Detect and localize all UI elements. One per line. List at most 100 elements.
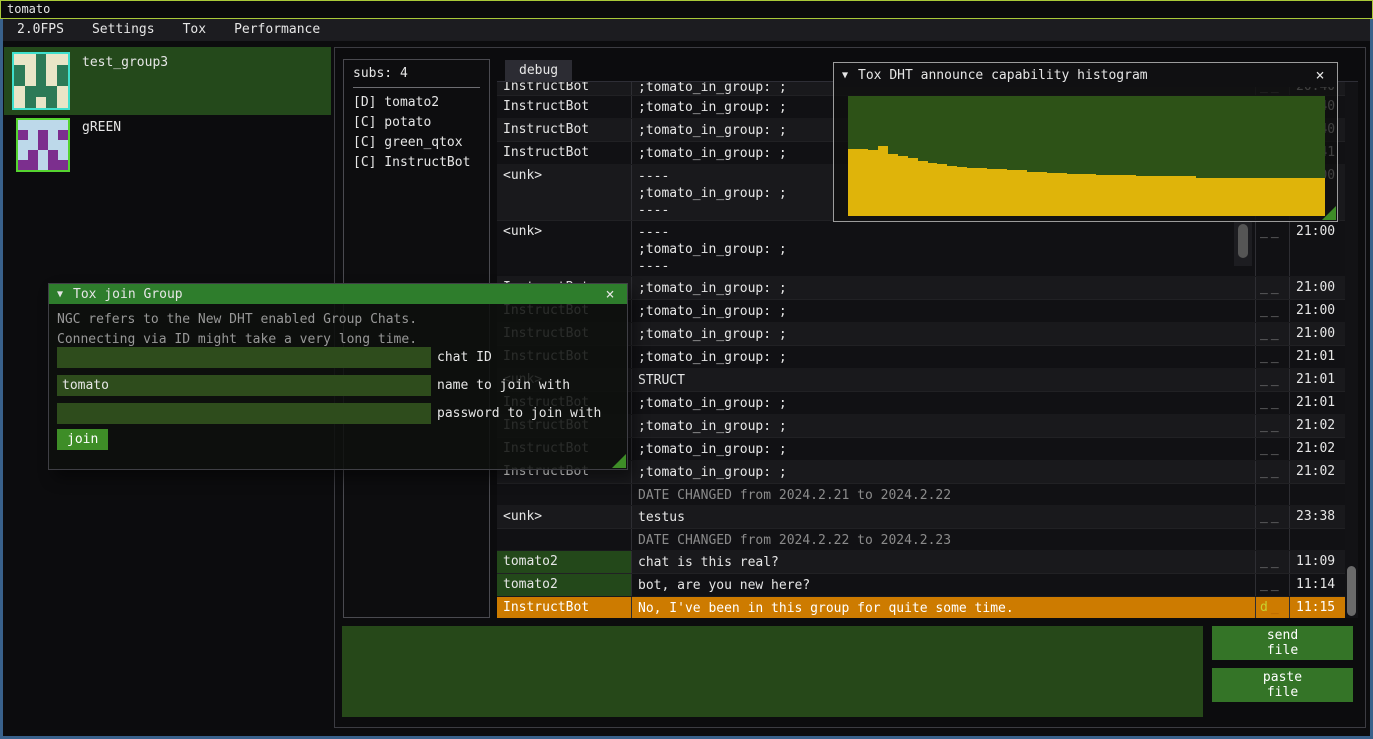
message-text: ;tomato_in_group: ;: [632, 461, 1256, 483]
identicon-cell: [57, 54, 68, 65]
subs-member-InstructBot[interactable]: [C] InstructBot: [353, 153, 480, 173]
timestamp: 21:02: [1290, 415, 1345, 437]
close-icon[interactable]: ×: [1311, 66, 1329, 84]
identicon-cell: [14, 97, 25, 108]
histogram-bar: [1285, 178, 1295, 216]
background-scrollbar-track[interactable]: [1234, 222, 1252, 266]
identicon-cell: [46, 54, 57, 65]
join-password-label: password to join with: [437, 406, 601, 421]
chat-scrollbar-track[interactable]: [1345, 82, 1358, 618]
histogram-bar: [908, 158, 918, 216]
join-password-input[interactable]: [57, 403, 431, 424]
date-changed-row[interactable]: DATE CHANGED from 2024.2.21 to 2024.2.22: [497, 484, 1345, 506]
background-scrollbar-handle[interactable]: [1238, 224, 1248, 258]
identicon-cell: [18, 140, 28, 150]
dht-histogram-window[interactable]: ▼ Tox DHT announce capability histogram …: [833, 62, 1338, 222]
identicon-cell: [36, 54, 47, 65]
message-text: ;tomato_in_group: ;: [632, 415, 1256, 437]
message-row[interactable]: <unk>----;tomato_in_group: ;----__21:00: [497, 221, 1345, 277]
delivery-status: __: [1256, 346, 1290, 368]
timestamp: 21:00: [1290, 221, 1345, 276]
identicon-cell: [57, 97, 68, 108]
delivery-status: __: [1256, 461, 1290, 483]
histogram-bar: [1116, 175, 1126, 216]
histogram-bar: [957, 167, 967, 216]
histogram-bar: [1295, 178, 1305, 216]
subs-member-potato[interactable]: [C] potato: [353, 113, 480, 133]
paste-file-button[interactable]: paste file: [1212, 668, 1353, 702]
join-group-titlebar[interactable]: ▼ Tox join Group ×: [49, 284, 627, 304]
message-row[interactable]: <unk>testus__23:38: [497, 506, 1345, 529]
group-item-gREEN[interactable]: gREEN: [4, 116, 331, 172]
message-row[interactable]: tomato2chat is this real?__11:09: [497, 551, 1345, 574]
identicon-cell: [38, 120, 48, 130]
identicon-cell: [38, 150, 48, 160]
sender-name: InstructBot: [497, 142, 632, 164]
join-group-window[interactable]: ▼ Tox join Group × NGC refers to the New…: [48, 283, 628, 470]
identicon-cell: [48, 130, 58, 140]
delivery-status: __: [1256, 392, 1290, 414]
message-text: ;tomato_in_group: ;: [632, 300, 1256, 322]
timestamp: 21:02: [1290, 461, 1345, 483]
histogram-bar: [1255, 178, 1265, 216]
menu-item-fps: 2.0FPS: [3, 19, 78, 41]
histogram-bar: [1176, 176, 1186, 216]
chat-id-input[interactable]: [57, 347, 431, 368]
chevron-down-icon[interactable]: ▼: [57, 289, 63, 300]
menu-item-tox[interactable]: Tox: [169, 19, 220, 41]
delivery-status: __: [1256, 551, 1290, 573]
histogram-bar: [858, 149, 868, 216]
identicon-cell: [14, 86, 25, 97]
resize-grip[interactable]: [1322, 206, 1336, 220]
identicon-cell: [25, 76, 36, 87]
window-titlebar[interactable]: tomato: [0, 0, 1373, 19]
date-changed-row[interactable]: DATE CHANGED from 2024.2.22 to 2024.2.23: [497, 529, 1345, 551]
resize-grip[interactable]: [612, 454, 626, 468]
close-icon[interactable]: ×: [601, 285, 619, 303]
menu-item-performance[interactable]: Performance: [220, 19, 334, 41]
identicon-cell: [14, 76, 25, 87]
message-row[interactable]: InstructBotNo, I've been in this group f…: [497, 597, 1345, 618]
tab-debug[interactable]: debug: [505, 60, 572, 82]
send-file-button[interactable]: send file: [1212, 626, 1353, 660]
subs-member-tomato2[interactable]: [D] tomato2: [353, 93, 480, 113]
chat-scrollbar-handle[interactable]: [1347, 566, 1356, 616]
timestamp: 11:14: [1290, 574, 1345, 596]
subs-member-green_qtox[interactable]: [C] green_qtox: [353, 133, 480, 153]
timestamp: 21:01: [1290, 369, 1345, 391]
delivery-status: [1256, 484, 1290, 505]
timestamp: [1290, 529, 1345, 550]
chevron-down-icon[interactable]: ▼: [842, 70, 848, 81]
delivery-status: __: [1256, 415, 1290, 437]
histogram-bar: [898, 156, 908, 216]
identicon-cell: [28, 150, 38, 160]
identicon-cell: [25, 54, 36, 65]
identicon-cell: [36, 86, 47, 97]
histogram-bar: [848, 149, 858, 216]
sender-name: [497, 484, 632, 505]
message-input[interactable]: [342, 626, 1203, 717]
delivery-status: __: [1256, 277, 1290, 299]
dht-histogram-titlebar[interactable]: ▼ Tox DHT announce capability histogram …: [834, 63, 1337, 87]
join-name-input[interactable]: [57, 375, 431, 396]
timestamp: [1290, 484, 1345, 505]
message-row[interactable]: tomato2bot, are you new here?__11:14: [497, 574, 1345, 597]
histogram-bar: [918, 161, 928, 216]
group-item-test_group3[interactable]: test_group3: [4, 47, 331, 115]
identicon-cell: [28, 140, 38, 150]
histogram-bar: [1226, 178, 1236, 216]
date-changed-text: DATE CHANGED from 2024.2.21 to 2024.2.22: [632, 484, 1256, 505]
identicon-cell: [48, 160, 58, 170]
identicon-cell: [57, 76, 68, 87]
message-text: STRUCT: [632, 369, 1256, 391]
timestamp: 21:00: [1290, 277, 1345, 299]
histogram-bar: [1156, 176, 1166, 216]
identicon-cell: [57, 65, 68, 76]
join-button[interactable]: join: [57, 429, 108, 450]
identicon-cell: [46, 65, 57, 76]
identicon-cell: [28, 120, 38, 130]
menu-item-settings[interactable]: Settings: [78, 19, 169, 41]
histogram-bar: [888, 154, 898, 216]
identicon-cell: [58, 160, 68, 170]
identicon-cell: [46, 76, 57, 87]
